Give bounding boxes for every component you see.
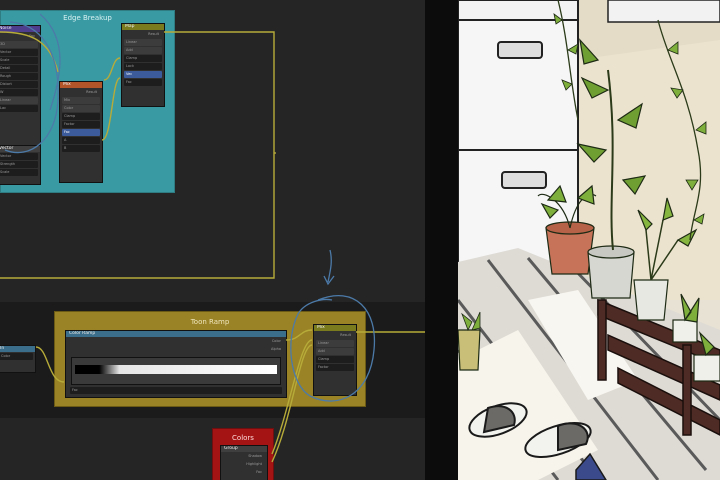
frame-toon-ramp[interactable]: Toon Ramp Color Ramp Color Alpha Fac Mix… — [54, 311, 366, 407]
color-ramp-gradient[interactable] — [75, 365, 277, 374]
colors-input-3: Fac — [256, 470, 262, 474]
node-noise-texture[interactable]: Noise Fac 3D Vector Scale Detail Rough D… — [0, 25, 41, 147]
frame-colors-title: Colors — [232, 434, 254, 442]
node-vector-math[interactable]: Vector Vector Strength Scale — [0, 145, 41, 185]
node-color-ramp[interactable]: Color Ramp Color Alpha Fac — [65, 330, 287, 398]
node-mix[interactable]: Mix Result Mix Color Clamp Factor Fac A … — [59, 81, 103, 183]
node-colors[interactable]: Group Shadow Highlight Fac — [220, 445, 268, 480]
balcony-illustration — [458, 0, 720, 480]
node-editor[interactable]: Edge Breakup Noise Fac 3D Vector Scale D… — [0, 0, 425, 480]
frame-edge-breakup-title: Edge Breakup — [63, 14, 112, 22]
node-color-ramp-title: Color Ramp — [66, 331, 286, 337]
node-mapping[interactable]: Map Result Linear Add Clamp Lock Vec Fac — [121, 23, 165, 107]
node-left-input[interactable]: In Color — [0, 345, 36, 373]
colors-input-1: Shadow — [248, 454, 262, 458]
frame-edge-breakup[interactable]: Edge Breakup Noise Fac 3D Vector Scale D… — [0, 10, 175, 193]
frame-colors[interactable]: Colors Group Shadow Highlight Fac — [212, 428, 274, 480]
illustration-panel — [458, 0, 720, 480]
node-shader-to-rgb[interactable]: Mix Result Linear Add Clamp Factor — [313, 324, 357, 396]
panel-separator — [425, 0, 458, 480]
color-ramp-widget[interactable] — [71, 357, 281, 385]
colors-input-2: Highlight — [246, 462, 262, 466]
